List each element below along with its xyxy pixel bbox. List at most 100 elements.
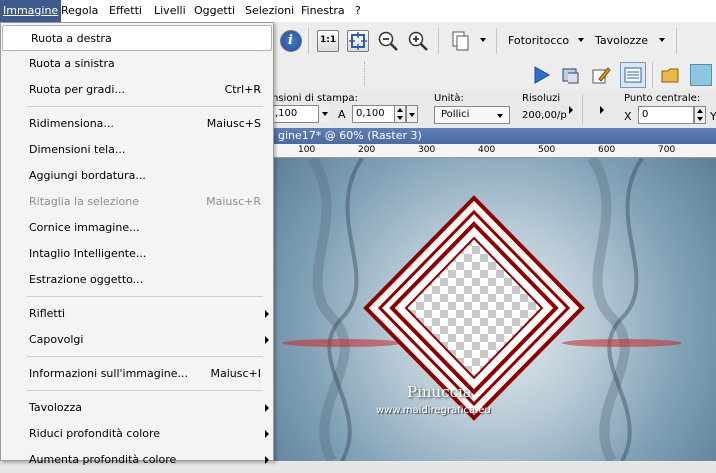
- fotoritocco-label[interactable]: Fotoritocco: [508, 34, 569, 47]
- chevron-down-icon[interactable]: [578, 38, 584, 42]
- menu-oggetti[interactable]: Oggetti: [191, 0, 238, 22]
- overview-icon[interactable]: [620, 62, 646, 88]
- info-icon[interactable]: i: [280, 30, 302, 52]
- ruler-tick: 600: [598, 145, 616, 155]
- menu-regola[interactable]: Regola: [58, 0, 101, 22]
- canvas-image[interactable]: Pinuccia www.maidiregrafica.eu: [272, 158, 716, 461]
- script-icon[interactable]: [560, 64, 582, 86]
- x-label: X: [624, 110, 632, 123]
- risoluzione-value: 200,00/p: [522, 110, 567, 121]
- menu-item-capovolgi[interactable]: Capovolgi: [1, 327, 273, 353]
- unita-label: Unità:: [434, 93, 464, 104]
- menu-separator: [27, 356, 263, 357]
- menu-item-label: Ruota per gradi...: [29, 83, 125, 96]
- submenu-arrow-icon: [265, 310, 269, 318]
- width-value: ,100: [275, 108, 298, 119]
- watermark-url: www.maidiregrafica.eu: [376, 405, 491, 416]
- height-value: 0,100: [356, 108, 385, 119]
- menu-item-dimensioni-tela[interactable]: Dimensioni tela...: [1, 137, 273, 163]
- arrow-right-icon[interactable]: [600, 106, 604, 114]
- menu-item-rifletti[interactable]: Rifletti: [1, 301, 273, 327]
- menu-item-ruota-a-sinistra[interactable]: Ruota a sinistra: [1, 51, 273, 77]
- chevron-down-icon: [409, 113, 415, 117]
- menu-item-label: Dimensioni tela...: [29, 143, 126, 156]
- menu-item-informazioni-immagine[interactable]: Informazioni sull'immagine... Maiusc+I: [1, 361, 273, 387]
- tool-options-bar: nsioni di stampa: ,100 A 0,100 Unità: Po…: [272, 90, 716, 129]
- menu-item-ruota-a-destra[interactable]: Ruota a destra: [2, 25, 272, 51]
- menu-immagine[interactable]: Immagine: [0, 0, 62, 22]
- x-spinner[interactable]: [694, 106, 706, 124]
- menu-item-label: Estrazione oggetto...: [29, 273, 144, 286]
- edit-script-icon[interactable]: [590, 64, 612, 86]
- menu-separator: [27, 296, 263, 297]
- menu-item-ridimensiona[interactable]: Ridimensiona... Maiusc+S: [1, 111, 273, 137]
- submenu-arrow-icon: [265, 456, 269, 464]
- image-window-title[interactable]: gine17* @ 60% (Raster 3): [272, 128, 716, 144]
- folder-icon[interactable]: [660, 64, 682, 86]
- menu-item-aumenta-profondita[interactable]: Aumenta profondità colore: [1, 447, 273, 473]
- menu-item-label: Ridimensiona...: [29, 117, 114, 130]
- menu-finestra-label: Finestra: [301, 4, 345, 17]
- menu-item-riduci-profondita[interactable]: Riduci profondità colore: [1, 421, 273, 447]
- chevron-down-icon[interactable]: [659, 38, 665, 42]
- menu-item-label: Tavolozza: [29, 401, 82, 414]
- spin-down-icon: [397, 116, 403, 120]
- menu-livelli[interactable]: Livelli: [151, 0, 189, 22]
- menu-help[interactable]: ?: [352, 0, 364, 22]
- menu-item-label: Cornice immagine...: [29, 221, 140, 234]
- menu-finestra[interactable]: Finestra: [298, 0, 348, 22]
- document-icon[interactable]: [450, 30, 472, 52]
- menu-item-cornice-immagine[interactable]: Cornice immagine...: [1, 215, 273, 241]
- menu-effetti-label: Effetti: [109, 4, 142, 17]
- tavolozze-label[interactable]: Tavolozze: [595, 34, 648, 47]
- unit-select[interactable]: Pollici: [434, 106, 510, 124]
- ruler-tick: 300: [418, 145, 436, 155]
- menu-item-label: Ruota a sinistra: [29, 57, 115, 70]
- y-label: Y: [710, 110, 716, 123]
- menu-item-intaglio-intelligente[interactable]: Intaglio Intelligente...: [1, 241, 273, 267]
- zoom-in-icon[interactable]: [407, 30, 429, 52]
- width-dropdown-button[interactable]: [318, 105, 330, 123]
- menu-item-shortcut: Maiusc+S: [206, 117, 261, 130]
- menu-item-label: Ritaglia la selezione: [29, 195, 139, 208]
- menu-item-ritaglia-selezione[interactable]: Ritaglia la selezione Maiusc+R: [1, 189, 273, 215]
- toolbar-standard: i 1:1 Fotoritocco Tavolozze: [272, 22, 716, 61]
- menu-item-tavolozza[interactable]: Tavolozza: [1, 395, 273, 421]
- chevron-down-icon[interactable]: [480, 38, 486, 42]
- menu-bar: Immagine Regola Effetti Livelli Oggetti …: [0, 0, 716, 23]
- menu-item-label: Rifletti: [29, 307, 66, 320]
- menu-item-label: Intaglio Intelligente...: [29, 247, 147, 260]
- menu-selezioni[interactable]: Selezioni: [242, 0, 297, 22]
- x-value: 0: [642, 109, 649, 120]
- menu-item-estrazione-oggetto[interactable]: Estrazione oggetto...: [1, 267, 273, 293]
- arrow-right-icon[interactable]: [569, 106, 573, 114]
- material-swatch-icon[interactable]: [690, 64, 712, 86]
- menu-item-label: Ruota a destra: [31, 32, 112, 45]
- menu-item-label: Capovolgi: [29, 333, 84, 346]
- menu-effetti[interactable]: Effetti: [106, 0, 145, 22]
- x-field[interactable]: 0: [638, 106, 694, 124]
- menu-item-aggiungi-bordatura[interactable]: Aggiungi bordatura...: [1, 163, 273, 189]
- height-dropdown-button[interactable]: [406, 105, 418, 123]
- actual-size-icon[interactable]: 1:1: [317, 30, 339, 52]
- image-title-text: gine17* @ 60% (Raster 3): [278, 129, 422, 142]
- spin-up-icon: [397, 108, 403, 112]
- ruler-tick: 400: [478, 145, 496, 155]
- menu-selezioni-label: Selezioni: [245, 4, 295, 17]
- menu-item-ruota-per-gradi[interactable]: Ruota per gradi... Ctrl+R: [1, 77, 273, 103]
- immagine-dropdown-menu: Ruota a destra Ruota a sinistra Ruota pe…: [0, 22, 274, 466]
- watermark-text: Pinuccia: [407, 383, 472, 401]
- menu-livelli-label: Livelli: [154, 4, 186, 17]
- play-icon[interactable]: [530, 64, 552, 86]
- toolbar-grip[interactable]: [364, 62, 367, 86]
- toolbar-tools: [272, 60, 716, 91]
- fit-window-icon[interactable]: [347, 30, 369, 52]
- submenu-arrow-icon: [265, 430, 269, 438]
- zoom-out-icon[interactable]: [377, 30, 399, 52]
- chevron-down-icon: [322, 112, 328, 116]
- menu-item-shortcut: Ctrl+R: [224, 83, 261, 96]
- height-spinner[interactable]: [394, 105, 406, 123]
- dimensioni-stampa-label: nsioni di stampa:: [272, 93, 358, 104]
- menu-help-label: ?: [355, 4, 361, 17]
- unit-value: Pollici: [441, 109, 470, 120]
